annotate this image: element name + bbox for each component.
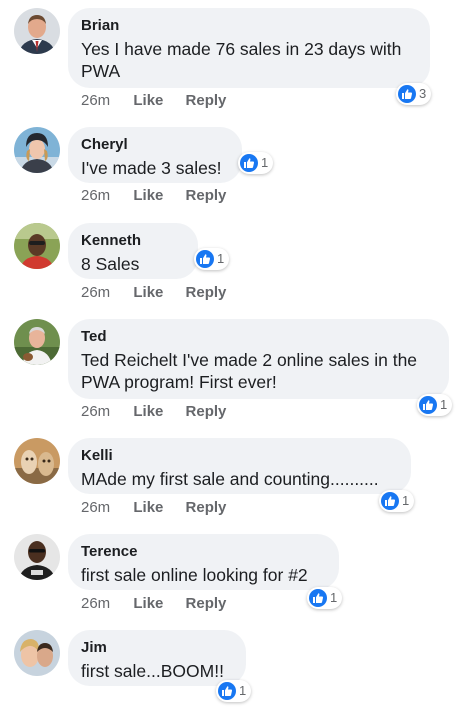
comment-bubble[interactable]: Brian Yes I have made 76 sales in 23 day…	[68, 8, 430, 88]
like-button[interactable]: Like	[133, 499, 163, 517]
reaction-count: 1	[330, 590, 338, 605]
thumbs-up-icon	[381, 492, 399, 510]
comment-author[interactable]: Jim	[81, 639, 232, 657]
thumbs-up-icon	[196, 250, 214, 268]
avatar-kelli[interactable]	[14, 438, 60, 484]
avatar-ted[interactable]	[14, 319, 60, 365]
comment-bubble[interactable]: Kelli MAde my first sale and counting...…	[68, 438, 411, 494]
reaction-count: 1	[261, 155, 269, 170]
comment-author[interactable]: Terence	[81, 543, 325, 561]
thumbs-up-icon	[419, 396, 437, 414]
like-button[interactable]: Like	[133, 284, 163, 302]
avatar-kenneth[interactable]	[14, 223, 60, 269]
reply-button[interactable]: Reply	[186, 595, 227, 613]
comment-author[interactable]: Ted	[81, 328, 435, 346]
reaction-count: 3	[419, 86, 427, 101]
reply-button[interactable]: Reply	[186, 284, 227, 302]
reply-button[interactable]: Reply	[186, 403, 227, 421]
reaction-badge[interactable]: 3	[396, 83, 432, 105]
like-button[interactable]: Like	[133, 187, 163, 205]
thumbs-up-icon	[218, 682, 236, 700]
reaction-count: 1	[239, 683, 247, 698]
comment-time[interactable]: 26m	[81, 92, 110, 110]
reaction-count: 1	[217, 251, 225, 266]
comment-time[interactable]: 26m	[81, 499, 110, 517]
reaction-badge[interactable]: 1	[216, 680, 252, 702]
reaction-count: 1	[402, 493, 410, 508]
thumbs-up-icon	[398, 85, 416, 103]
thumbs-up-icon	[309, 589, 327, 607]
comment-text: first sale...BOOM!!	[81, 661, 224, 681]
comment-text: 8 Sales	[81, 254, 140, 274]
reply-button[interactable]: Reply	[186, 499, 227, 517]
comment-bubble[interactable]: Terence first sale online looking for #2	[68, 534, 339, 590]
comment-actions: 26m Like Reply	[81, 499, 226, 517]
reaction-count: 1	[440, 397, 448, 412]
reply-button[interactable]: Reply	[186, 92, 227, 110]
avatar-jim[interactable]	[14, 630, 60, 676]
comment-time[interactable]: 26m	[81, 403, 110, 421]
comment-text: Yes I have made 76 sales in 23 days with…	[81, 39, 402, 81]
comment-actions: 26m Like Reply	[81, 187, 226, 205]
reaction-badge[interactable]: 1	[417, 394, 453, 416]
comment-time[interactable]: 26m	[81, 187, 110, 205]
thumbs-up-icon	[240, 154, 258, 172]
comment-bubble[interactable]: Jim first sale...BOOM!!	[68, 630, 246, 686]
reaction-badge[interactable]: 1	[307, 587, 343, 609]
comment-actions: 26m Like Reply	[81, 284, 226, 302]
like-button[interactable]: Like	[133, 595, 163, 613]
comment-text: MAde my first sale and counting.........…	[81, 469, 379, 489]
comment-author[interactable]: Brian	[81, 17, 416, 35]
reaction-badge[interactable]: 1	[194, 248, 230, 270]
avatar-cheryl[interactable]	[14, 127, 60, 173]
avatar-brian[interactable]	[14, 8, 60, 54]
comment-text: I've made 3 sales!	[81, 158, 222, 178]
comment-author[interactable]: Kelli	[81, 447, 397, 465]
like-button[interactable]: Like	[133, 403, 163, 421]
comment-bubble[interactable]: Cheryl I've made 3 sales!	[68, 127, 242, 183]
comment-actions: 26m Like Reply	[81, 403, 226, 421]
like-button[interactable]: Like	[133, 92, 163, 110]
comment-text: first sale online looking for #2	[81, 565, 308, 585]
reaction-badge[interactable]: 1	[238, 152, 274, 174]
comment-author[interactable]: Cheryl	[81, 136, 228, 154]
comment-time[interactable]: 26m	[81, 595, 110, 613]
reaction-badge[interactable]: 1	[379, 490, 415, 512]
comment-actions: 26m Like Reply	[81, 92, 226, 110]
comment-bubble[interactable]: Kenneth 8 Sales	[68, 223, 198, 279]
reply-button[interactable]: Reply	[186, 187, 227, 205]
comment-author[interactable]: Kenneth	[81, 232, 184, 250]
comment-time[interactable]: 26m	[81, 284, 110, 302]
comment-actions: 26m Like Reply	[81, 595, 226, 613]
avatar-terence[interactable]	[14, 534, 60, 580]
comment-bubble[interactable]: Ted Ted Reichelt I've made 2 online sale…	[68, 319, 449, 399]
comment-text: Ted Reichelt I've made 2 online sales in…	[81, 350, 418, 392]
